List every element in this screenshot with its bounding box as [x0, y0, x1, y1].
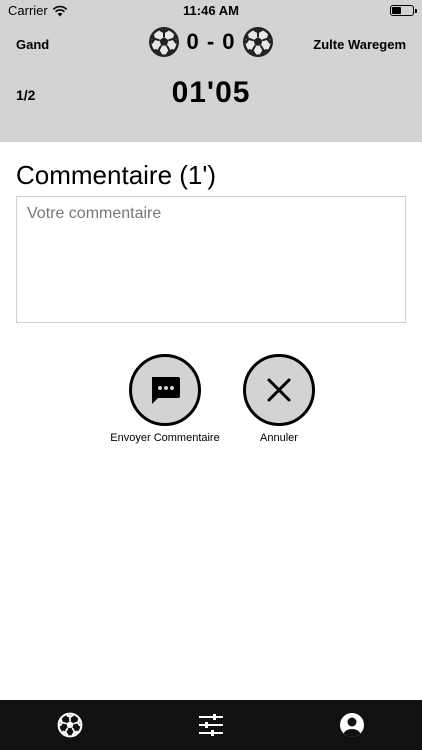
comment-title: Commentaire (1') — [16, 160, 217, 190]
user-icon — [339, 713, 364, 737]
soccer-ball-icon — [242, 27, 273, 57]
cancel-button[interactable] — [243, 354, 315, 426]
away-team-name: Zulte Waregem — [313, 37, 406, 52]
send-comment-label: Envoyer Commentaire — [110, 432, 220, 444]
battery-level — [392, 7, 401, 14]
match-score: 0 - 0 — [186, 29, 236, 54]
battery-icon — [390, 5, 417, 16]
comment-input[interactable] — [17, 197, 405, 322]
soccer-ball-icon — [57, 712, 83, 738]
match-header: Gand 0 - 0 Zulte Waregem 1/2 01'05 — [0, 22, 422, 142]
soccer-ball-icon — [149, 27, 180, 57]
match-clock: 01'05 — [171, 76, 251, 109]
cancel-action: Annuler — [234, 354, 324, 444]
sliders-icon — [199, 714, 223, 736]
status-bar: Carrier 11:46 AM — [0, 0, 422, 22]
comment-box — [16, 196, 406, 323]
send-comment-button[interactable] — [129, 354, 201, 426]
tab-match[interactable] — [0, 700, 141, 750]
chat-bubble-icon — [152, 377, 180, 404]
send-comment-action: Envoyer Commentaire — [105, 354, 225, 444]
status-time: 11:46 AM — [183, 3, 239, 18]
close-icon — [267, 378, 291, 402]
tab-bar — [0, 700, 422, 750]
cancel-label: Annuler — [260, 432, 298, 444]
tab-profile[interactable] — [281, 700, 422, 750]
tab-settings[interactable] — [141, 700, 282, 750]
